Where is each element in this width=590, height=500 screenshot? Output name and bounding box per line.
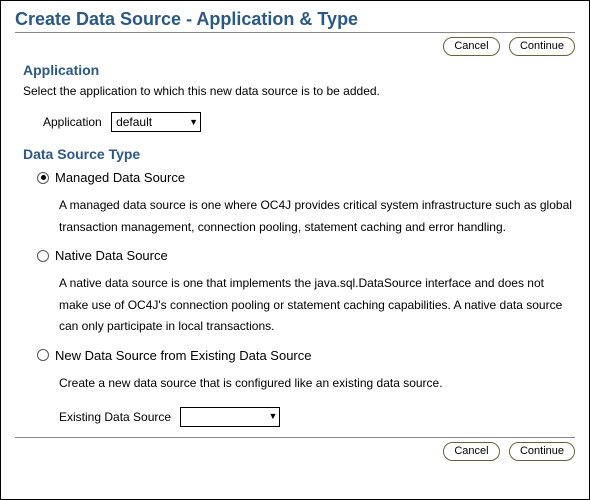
top-button-row: Cancel Continue xyxy=(15,37,575,56)
option-managed-row[interactable]: Managed Data Source xyxy=(37,170,575,185)
continue-button-top[interactable]: Continue xyxy=(509,37,575,56)
option-existing: New Data Source from Existing Data Sourc… xyxy=(37,348,575,427)
application-description: Select the application to which this new… xyxy=(23,84,575,98)
option-existing-row[interactable]: New Data Source from Existing Data Sourc… xyxy=(37,348,575,363)
existing-source-select[interactable]: ▼ xyxy=(180,407,280,427)
option-existing-description: Create a new data source that is configu… xyxy=(59,373,575,395)
bottom-divider xyxy=(15,437,575,438)
application-heading: Application xyxy=(23,62,575,78)
option-managed-label: Managed Data Source xyxy=(55,170,185,185)
option-native: Native Data Source A native data source … xyxy=(37,248,575,338)
option-managed: Managed Data Source A managed data sourc… xyxy=(37,170,575,238)
radio-native[interactable] xyxy=(37,250,49,262)
chevron-down-icon: ▼ xyxy=(268,412,277,421)
data-source-type-heading: Data Source Type xyxy=(23,146,575,162)
option-managed-description: A managed data source is one where OC4J … xyxy=(59,195,575,238)
title-divider xyxy=(15,32,575,33)
option-native-description: A native data source is one that impleme… xyxy=(59,273,575,338)
application-field-row: Application default ▼ xyxy=(43,112,575,132)
option-existing-label: New Data Source from Existing Data Sourc… xyxy=(55,348,312,363)
existing-source-field-row: Existing Data Source ▼ xyxy=(59,407,575,427)
page-title: Create Data Source - Application & Type xyxy=(15,9,575,30)
page-container: Create Data Source - Application & Type … xyxy=(0,0,590,500)
cancel-button-top[interactable]: Cancel xyxy=(443,37,499,56)
option-native-row[interactable]: Native Data Source xyxy=(37,248,575,263)
cancel-button-bottom[interactable]: Cancel xyxy=(443,442,499,461)
application-select[interactable]: default ▼ xyxy=(111,112,201,132)
radio-existing[interactable] xyxy=(37,349,49,361)
type-options-group: Managed Data Source A managed data sourc… xyxy=(37,170,575,427)
option-native-label: Native Data Source xyxy=(55,248,168,263)
bottom-button-row: Cancel Continue xyxy=(15,442,575,461)
continue-button-bottom[interactable]: Continue xyxy=(509,442,575,461)
application-field-label: Application xyxy=(43,115,102,129)
radio-managed[interactable] xyxy=(37,172,49,184)
chevron-down-icon: ▼ xyxy=(189,118,198,127)
application-select-value: default xyxy=(116,115,152,129)
existing-source-field-label: Existing Data Source xyxy=(59,410,171,424)
